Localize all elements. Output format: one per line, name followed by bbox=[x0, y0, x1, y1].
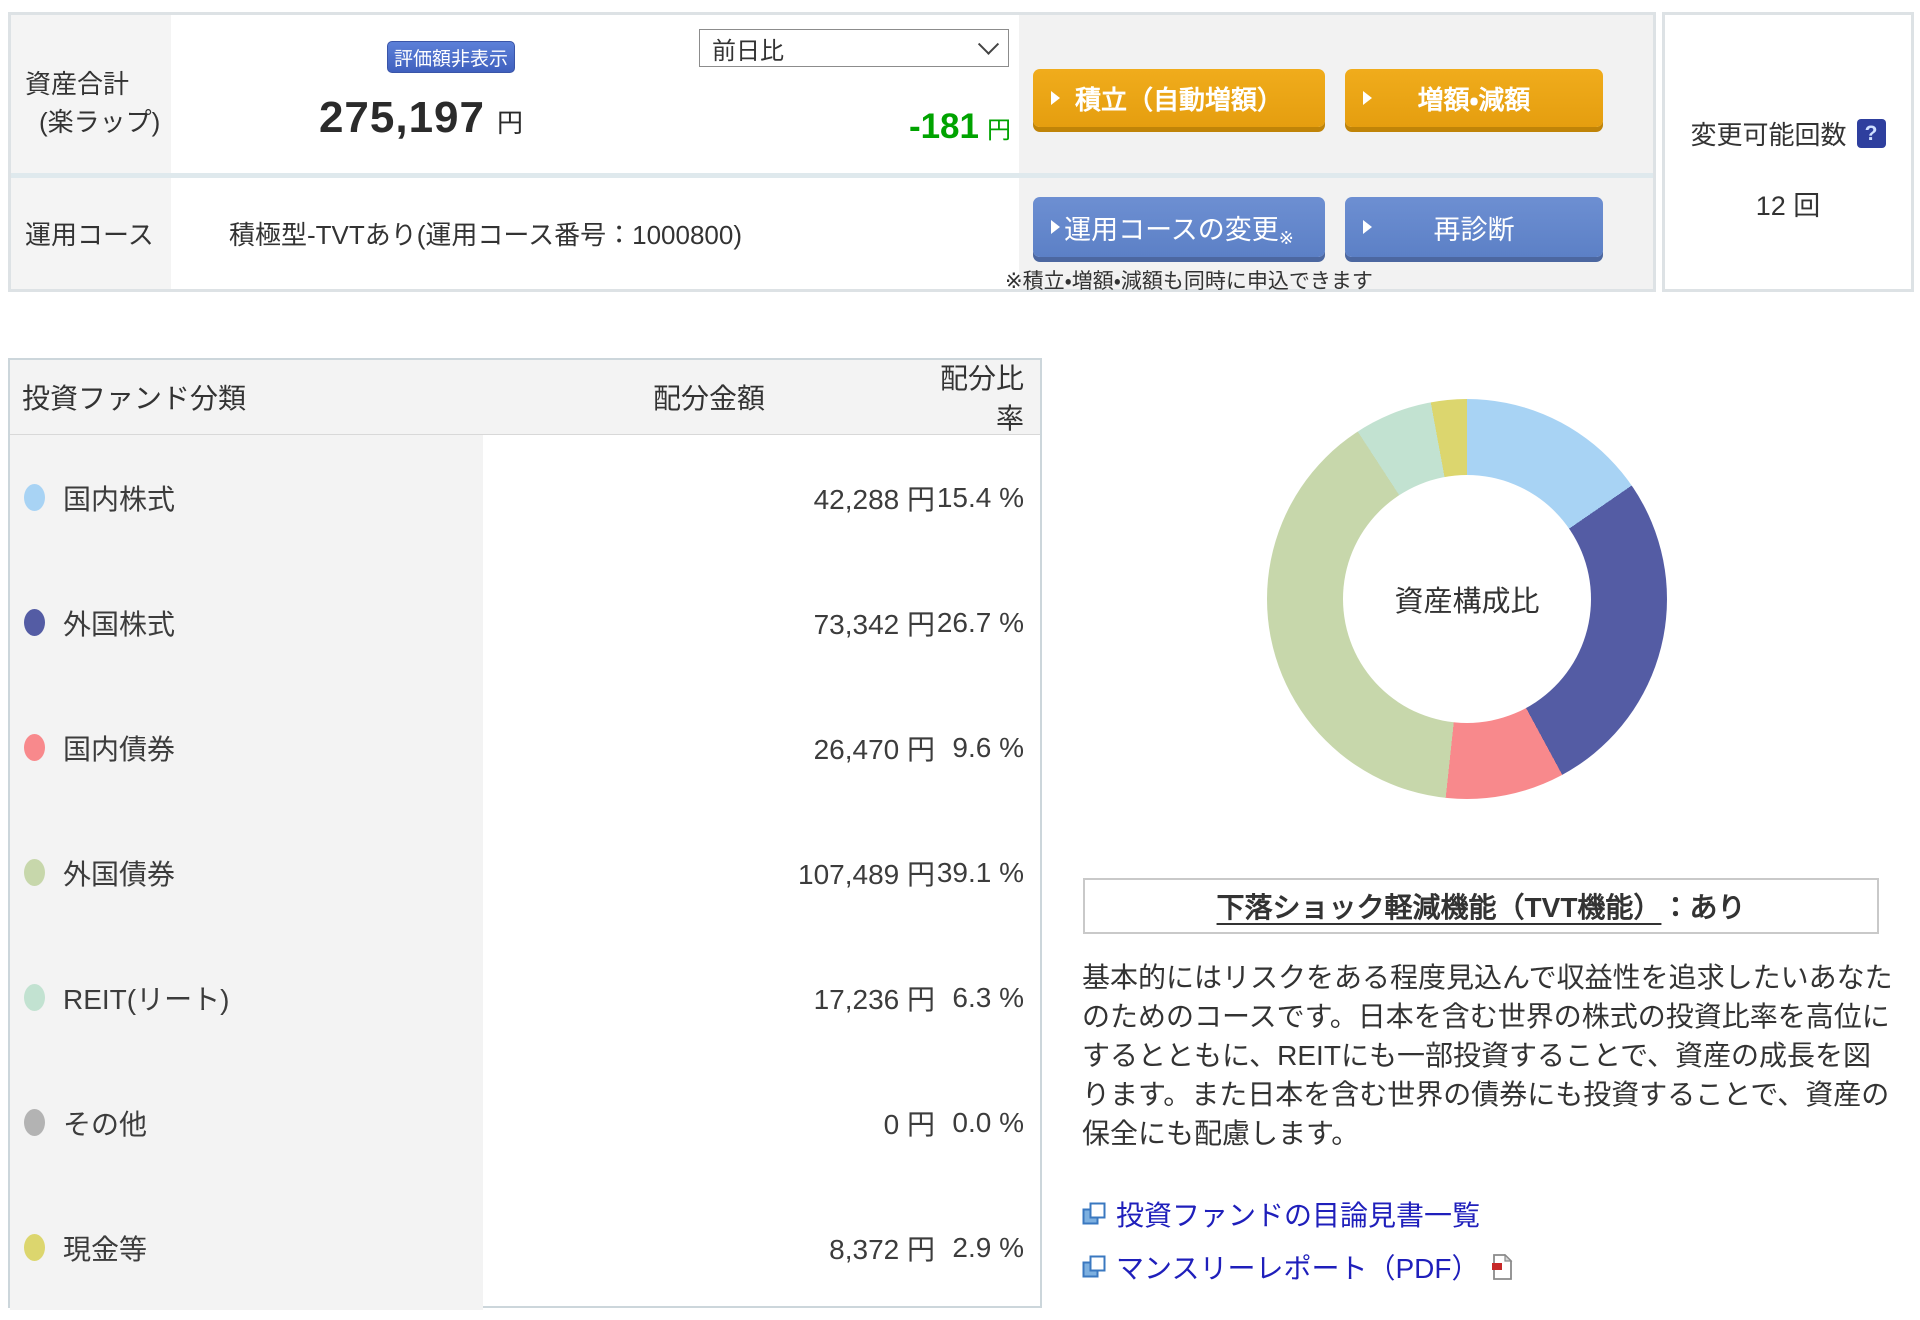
arrow-icon bbox=[1363, 91, 1372, 105]
arrow-icon bbox=[1051, 220, 1060, 234]
header-fund-category: 投資ファンド分類 bbox=[10, 377, 483, 417]
zougaku-gengaku-button[interactable]: 増額・減額 bbox=[1345, 69, 1603, 127]
amount-cell: 42,288 円 bbox=[483, 478, 935, 518]
table-row: 外国株式 73,342 円 26.7 % bbox=[10, 560, 1040, 685]
zougaku-gengaku-button-label: 増額・減額 bbox=[1418, 80, 1531, 117]
donut-center-label: 資産構成比 bbox=[1394, 578, 1539, 620]
category-dot bbox=[24, 859, 45, 886]
ratio-cell: 26.7 % bbox=[935, 607, 1040, 639]
table-row: 現金等 8,372 円 2.9 % bbox=[10, 1185, 1040, 1310]
change-count-value: 12 回 bbox=[1756, 184, 1821, 223]
monthly-report-link-label: マンスリーレポート（PDF） bbox=[1116, 1247, 1479, 1287]
category-dot bbox=[24, 984, 45, 1011]
course-name-cell: 積極型-TVTあり(運用コース番号：1000800) bbox=[171, 178, 1019, 289]
amount-cell: 8,372 円 bbox=[483, 1228, 935, 1268]
change-count-panel: 変更可能回数 ? 12 回 bbox=[1662, 12, 1914, 292]
rediagnosis-button-label: 再診断 bbox=[1434, 208, 1515, 247]
change-count-label: 変更可能回数 bbox=[1690, 115, 1846, 152]
asset-total-label: 資産合計 (楽ラップ) bbox=[11, 15, 171, 173]
prospectus-link-label: 投資ファンドの目論見書一覧 bbox=[1116, 1194, 1480, 1234]
daily-change-unit: 円 bbox=[987, 117, 1011, 144]
total-asset-value: 275,197 bbox=[319, 93, 485, 142]
category-label: REIT(リート) bbox=[63, 978, 229, 1018]
ratio-cell: 9.6 % bbox=[935, 732, 1040, 764]
course-change-button[interactable]: 運用コースの変更※ bbox=[1033, 197, 1325, 257]
tvt-feature-box: 下落ショック軽減機能（TVT機能）：あり bbox=[1083, 878, 1879, 934]
table-row: 国内債券 26,470 円 9.6 % bbox=[10, 685, 1040, 810]
change-count-line: 変更可能回数 ? bbox=[1690, 115, 1885, 152]
rediagnosis-button[interactable]: 再診断 bbox=[1345, 197, 1603, 257]
category-label: 国内債券 bbox=[63, 728, 175, 768]
ratio-cell: 39.1 % bbox=[935, 857, 1040, 889]
category-label: その他 bbox=[63, 1103, 147, 1143]
category-dot bbox=[24, 1109, 45, 1136]
arrow-icon bbox=[1363, 220, 1372, 234]
tsumitate-button-label: 積立（自動増額） bbox=[1075, 80, 1283, 117]
tsumitate-button[interactable]: 積立（自動増額） bbox=[1033, 69, 1325, 127]
external-window-icon bbox=[1082, 1255, 1106, 1279]
tvt-feature-title: 下落ショック軽減機能（TVT機能） bbox=[1217, 886, 1662, 926]
external-window-icon bbox=[1082, 1202, 1106, 1226]
hide-valuation-badge-button[interactable]: 評価額非表示 bbox=[387, 41, 515, 73]
asset-total-label-line2: (楽ラップ) bbox=[25, 103, 171, 141]
header-allocation-amount: 配分金額 bbox=[483, 377, 935, 417]
category-label: 外国株式 bbox=[63, 603, 175, 643]
total-asset-value-wrap: 275,197 円 bbox=[161, 93, 681, 143]
table-row: その他 0 円 0.0 % bbox=[10, 1060, 1040, 1185]
simultaneous-application-note: ※積立・増額・減額も同時に申込できます bbox=[1005, 265, 1373, 295]
header-allocation-ratio: 配分比率 bbox=[935, 357, 1040, 437]
table-row: 外国債券 107,489 円 39.1 % bbox=[10, 810, 1040, 935]
ratio-cell: 6.3 % bbox=[935, 982, 1040, 1014]
prospectus-link[interactable]: 投資ファンドの目論見書一覧 bbox=[1082, 1194, 1513, 1234]
category-dot bbox=[24, 734, 45, 761]
ratio-cell: 15.4 % bbox=[935, 482, 1040, 514]
category-dot bbox=[24, 484, 45, 511]
total-assets-panel: 資産合計 (楽ラップ) 運用コース 積極型-TVTあり(運用コース番号：1000… bbox=[8, 12, 1656, 292]
amount-cell: 26,470 円 bbox=[483, 728, 935, 768]
compare-period-select[interactable]: 前日比 bbox=[699, 29, 1009, 67]
amount-cell: 17,236 円 bbox=[483, 978, 935, 1018]
ratio-cell: 2.9 % bbox=[935, 1232, 1040, 1264]
course-description: 基本的にはリスクをある程度見込んで収益性を追求したいあなたのためのコースです。日… bbox=[1082, 958, 1898, 1153]
tvt-feature-status: ：あり bbox=[1661, 886, 1745, 926]
asset-donut-chart: 資産構成比 bbox=[1267, 399, 1667, 799]
ratio-cell: 0.0 % bbox=[935, 1107, 1040, 1139]
table-row: 国内株式 42,288 円 15.4 % bbox=[10, 435, 1040, 560]
compare-period-value: 前日比 bbox=[712, 31, 784, 66]
asset-total-label-line1: 資産合計 bbox=[25, 65, 171, 103]
monthly-report-link[interactable]: マンスリーレポート（PDF） bbox=[1082, 1247, 1513, 1287]
category-dot bbox=[24, 1234, 45, 1261]
course-change-button-note-mark: ※ bbox=[1279, 228, 1294, 257]
allocation-table: 投資ファンド分類 配分金額 配分比率 国内株式 42,288 円 15.4 % … bbox=[8, 358, 1042, 1308]
allocation-table-header: 投資ファンド分類 配分金額 配分比率 bbox=[10, 360, 1040, 435]
help-icon[interactable]: ? bbox=[1857, 119, 1886, 148]
daily-change-wrap: -181 円 bbox=[701, 107, 1011, 147]
course-row-label: 運用コース bbox=[11, 178, 171, 289]
course-change-button-label: 運用コースの変更 bbox=[1064, 208, 1279, 247]
daily-change-value: -181 bbox=[909, 107, 979, 146]
pdf-icon bbox=[1491, 1254, 1513, 1280]
course-name: 積極型-TVTあり(運用コース番号：1000800) bbox=[171, 215, 742, 252]
donut-center: 資産構成比 bbox=[1343, 475, 1591, 723]
chevron-down-icon bbox=[978, 33, 999, 54]
category-label: 現金等 bbox=[63, 1228, 147, 1268]
document-links: 投資ファンドの目論見書一覧 マンスリーレポート（PDF） bbox=[1082, 1194, 1513, 1287]
amount-cell: 0 円 bbox=[483, 1103, 935, 1143]
total-asset-unit: 円 bbox=[497, 108, 523, 138]
category-dot bbox=[24, 609, 45, 636]
amount-cell: 73,342 円 bbox=[483, 603, 935, 643]
arrow-icon bbox=[1051, 91, 1060, 105]
amount-cell: 107,489 円 bbox=[483, 853, 935, 893]
table-row: REIT(リート) 17,236 円 6.3 % bbox=[10, 935, 1040, 1060]
category-label: 外国債券 bbox=[63, 853, 175, 893]
rakuwrap-summary-page: 資産合計 (楽ラップ) 運用コース 積極型-TVTあり(運用コース番号：1000… bbox=[0, 0, 1920, 1320]
category-label: 国内株式 bbox=[63, 478, 175, 518]
